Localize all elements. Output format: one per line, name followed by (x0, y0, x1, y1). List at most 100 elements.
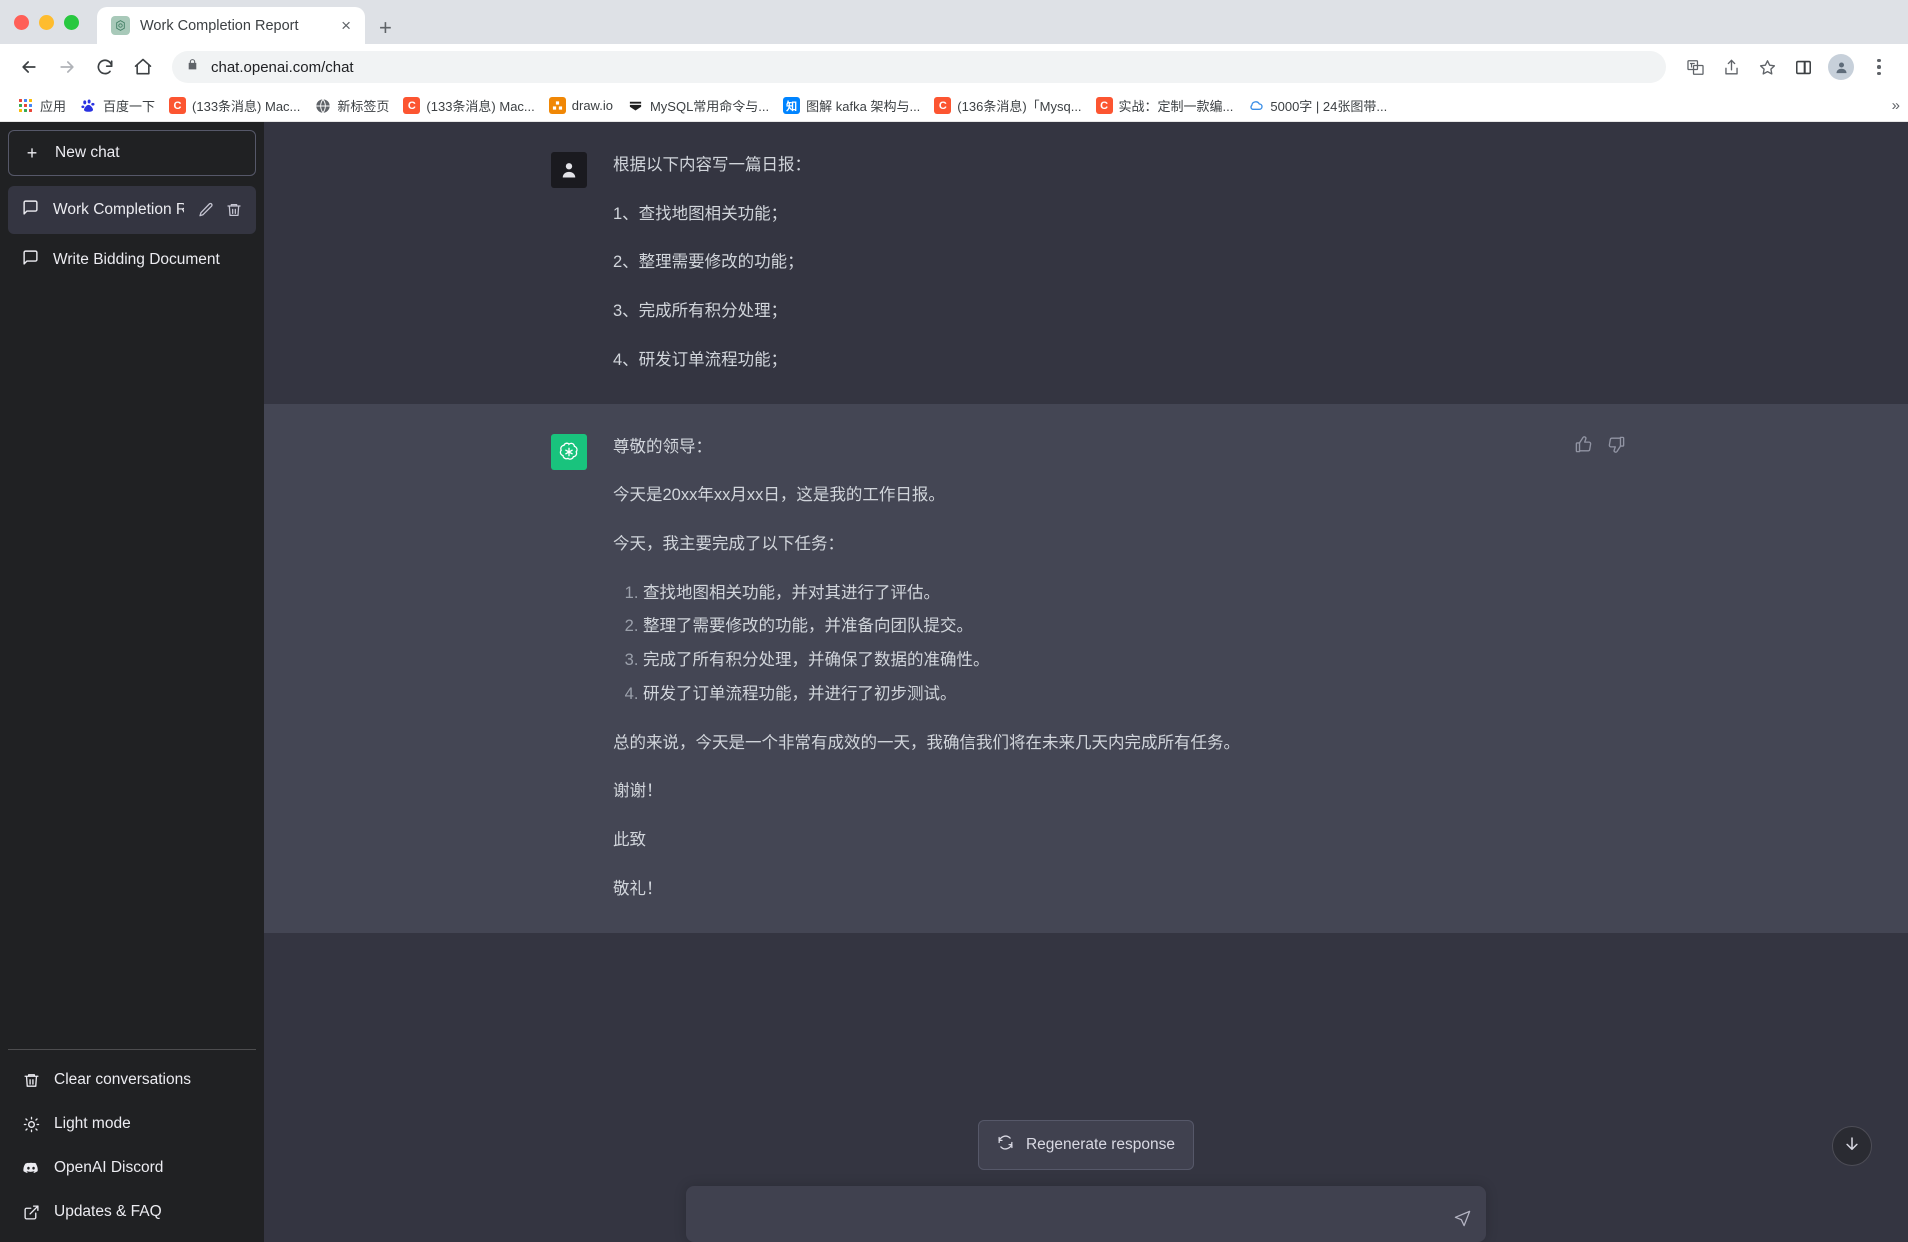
regenerate-row: Regenerate response (264, 1098, 1908, 1186)
sidepanel-icon[interactable] (1786, 50, 1820, 84)
browser-toolbar: chat.openai.com/chat (0, 44, 1908, 90)
chatgpt-app: + New chat Work Completion Rep (0, 122, 1908, 1242)
conversation-title: Write Bidding Document (53, 251, 220, 268)
trash-icon[interactable] (226, 202, 242, 218)
message-composer[interactable] (686, 1186, 1486, 1242)
bookmark-item[interactable]: 5000字 | 24张图带... (1240, 93, 1394, 118)
assistant-message-body: 尊敬的领导： 今天是20xx年xx月xx日，这是我的工作日报。 今天，我主要完成… (613, 434, 1621, 903)
minimize-window-button[interactable] (39, 14, 54, 30)
discord-icon (22, 1159, 40, 1177)
new-tab-button[interactable]: + (379, 17, 392, 39)
openai-discord-label: OpenAI Discord (54, 1159, 164, 1176)
translate-icon[interactable] (1678, 50, 1712, 84)
bookmark-star-icon[interactable] (1750, 50, 1784, 84)
close-icon[interactable]: × (337, 15, 355, 36)
openai-logo-icon (551, 433, 587, 470)
browser-window: Work Completion Report × + chat.openai.c… (0, 0, 1908, 1242)
bookmarks-bar: 应用 百度一下 C (133条消息) Mac... 新标签页 C (133条消息… (0, 90, 1908, 122)
list-item: 整理了需要修改的功能，并准备向团队提交。 (643, 613, 1621, 640)
external-link-icon (22, 1204, 40, 1221)
csdn-icon: C (169, 97, 187, 114)
globe-icon (314, 97, 331, 114)
bookmarks-overflow-icon[interactable]: » (1892, 97, 1900, 114)
bookmark-item[interactable]: C (133条消息) Mac... (396, 93, 541, 118)
assistant-task-list: 查找地图相关功能，并对其进行了评估。 整理了需要修改的功能，并准备向团队提交。 … (613, 580, 1621, 708)
user-message-line: 3、完成所有积分处理； (613, 302, 788, 321)
kebab-menu-icon[interactable] (1862, 50, 1896, 84)
profile-avatar-icon[interactable] (1828, 54, 1854, 80)
new-chat-label: New chat (55, 144, 120, 161)
arrow-down-icon (1843, 1135, 1861, 1158)
thumbs-up-icon[interactable] (1571, 432, 1596, 457)
light-mode-button[interactable]: Light mode (8, 1102, 256, 1146)
bookmark-label: 应用 (40, 99, 67, 114)
home-icon[interactable] (126, 50, 160, 84)
assistant-thanks: 谢谢！ (613, 782, 663, 801)
assistant-sign-off-2: 敬礼！ (613, 879, 663, 898)
bookmark-item[interactable]: 知 图解 kafka 架构与... (776, 93, 927, 118)
main-panel: 根据以下内容写一篇日报： 1、查找地图相关功能； 2、整理需要修改的功能； 3、… (264, 122, 1908, 1242)
bookmark-item[interactable]: MySQL常用命令与... (620, 93, 776, 118)
baidu-icon (80, 97, 97, 114)
bookmark-label: (133条消息) Mac... (426, 99, 535, 114)
bookmark-item[interactable]: 应用 (10, 93, 73, 118)
list-item: 查找地图相关功能，并对其进行了评估。 (643, 580, 1621, 607)
user-message-body: 根据以下内容写一篇日报： 1、查找地图相关功能； 2、整理需要修改的功能； 3、… (613, 152, 1621, 374)
pencil-icon[interactable] (198, 202, 214, 218)
maximize-window-button[interactable] (64, 14, 79, 30)
conversation-item-work-completion-rep[interactable]: Work Completion Rep (8, 186, 256, 234)
bookmark-item[interactable]: draw.io (542, 94, 620, 117)
bookmark-item[interactable]: C 实战：定制一款编... (1089, 93, 1241, 118)
bookmark-label: 新标签页 (337, 99, 390, 114)
conversation-item-write-bidding-document[interactable]: Write Bidding Document (8, 236, 256, 284)
bookmark-label: draw.io (571, 98, 613, 113)
bookmark-label: 百度一下 (103, 99, 156, 114)
apps-grid-icon (17, 97, 34, 114)
user-message-line: 2、整理需要修改的功能； (613, 253, 804, 272)
openai-discord-button[interactable]: OpenAI Discord (8, 1146, 256, 1190)
reload-icon[interactable] (88, 50, 122, 84)
clear-conversations-button[interactable]: Clear conversations (8, 1058, 256, 1102)
bookmark-item[interactable]: 百度一下 (73, 93, 162, 118)
regenerate-response-button[interactable]: Regenerate response (977, 1120, 1195, 1170)
updates-faq-label: Updates & FAQ (54, 1203, 162, 1220)
bookmark-label: MySQL常用命令与... (649, 99, 770, 114)
zhihu-icon: 知 (783, 97, 801, 114)
csdn-icon: C (934, 97, 952, 114)
list-item: 研发了订单流程功能，并进行了初步测试。 (643, 681, 1621, 708)
bookmark-label: 图解 kafka 架构与... (806, 99, 921, 114)
composer-wrap (264, 1186, 1908, 1242)
message-input[interactable] (704, 1201, 1438, 1227)
scroll-to-bottom-button[interactable] (1832, 1126, 1872, 1166)
back-icon[interactable] (12, 50, 46, 84)
assistant-sign-off-1: 此致 (613, 831, 646, 850)
clear-conversations-label: Clear conversations (54, 1071, 191, 1088)
assistant-lead-in: 今天，我主要完成了以下任务： (613, 535, 844, 554)
plus-icon: + (26, 143, 38, 163)
chat-bubble-icon (22, 249, 39, 271)
close-window-button[interactable] (14, 14, 29, 30)
address-bar[interactable]: chat.openai.com/chat (172, 51, 1666, 83)
user-message-line: 4、研发订单流程功能； (613, 350, 788, 369)
message-feedback-actions (1571, 432, 1629, 457)
bookmark-item[interactable]: C (136条消息)「Mysq... (927, 93, 1088, 118)
bookmark-item[interactable]: C (133条消息) Mac... (162, 93, 307, 118)
bookmark-label: (136条消息)「Mysq... (957, 99, 1082, 114)
new-chat-button[interactable]: + New chat (8, 130, 256, 176)
bookmark-item[interactable]: 新标签页 (307, 93, 396, 118)
conversation-list: Work Completion Rep Write Biddin (8, 186, 256, 1049)
sidebar: + New chat Work Completion Rep (0, 122, 264, 1242)
forward-icon[interactable] (50, 50, 84, 84)
tab-title: Work Completion Report (140, 17, 299, 34)
send-icon[interactable] (1453, 1209, 1472, 1228)
regenerate-response-label: Regenerate response (1025, 1136, 1176, 1153)
assistant-summary: 总的来说，今天是一个非常有成效的一天，我确信我们将在未来几天内完成所有任务。 (613, 733, 1240, 752)
browser-tab[interactable]: Work Completion Report × (97, 7, 365, 44)
bookmark-label: 5000字 | 24张图带... (1270, 99, 1388, 114)
lock-icon (186, 58, 199, 76)
chat-bubble-icon (22, 199, 39, 221)
user-message-line: 根据以下内容写一篇日报： (613, 156, 811, 174)
updates-faq-button[interactable]: Updates & FAQ (8, 1190, 256, 1234)
share-icon[interactable] (1714, 50, 1748, 84)
thumbs-down-icon[interactable] (1604, 432, 1629, 457)
